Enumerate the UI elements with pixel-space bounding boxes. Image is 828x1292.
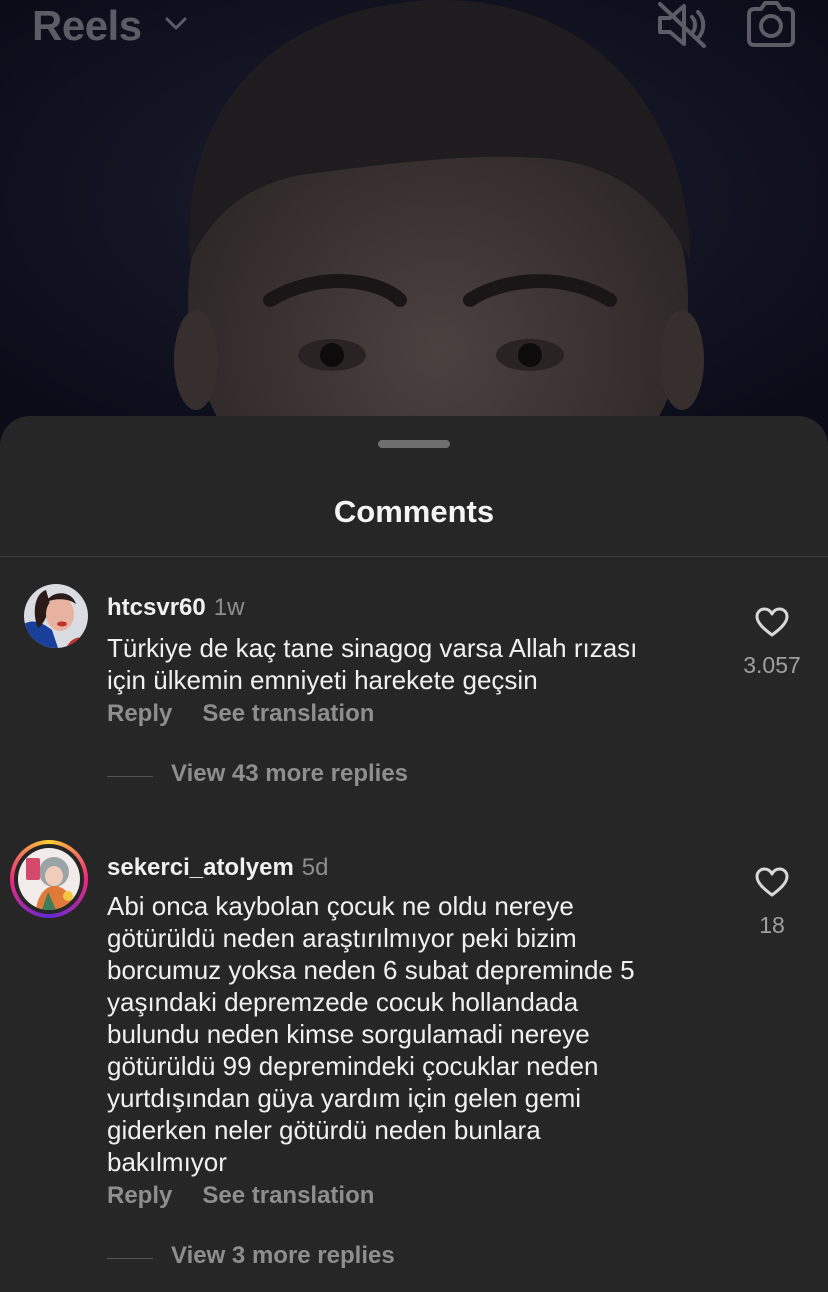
like-control: 18	[736, 866, 808, 939]
replies-line	[107, 1258, 153, 1259]
divider	[0, 556, 828, 557]
reply-button[interactable]: Reply	[107, 700, 172, 727]
comment-time: 5d	[301, 854, 329, 881]
sheet-grabber[interactable]	[378, 440, 450, 448]
avatar-image	[18, 848, 80, 910]
comment-username[interactable]: htcsvr60	[107, 594, 206, 621]
reply-button[interactable]: Reply	[107, 1182, 172, 1209]
comments-sheet: Comments htcsvr60 1w Türkiye de kaç tane …	[0, 416, 828, 1292]
avatar-image	[24, 584, 88, 648]
see-translation-button[interactable]: See translation	[202, 700, 374, 727]
reel-video-frame	[0, 0, 828, 440]
comment-meta: sekerci_atolyem 5d	[107, 854, 329, 882]
heart-icon[interactable]	[754, 866, 790, 898]
sheet-title: Comments	[333, 494, 495, 529]
comment-actions: Reply See translation	[107, 1182, 374, 1210]
comment-text: Türkiye de kaç tane sinagog varsa Allah …	[107, 633, 638, 695]
comment-meta: htcsvr60 1w	[107, 594, 244, 622]
see-translation-button[interactable]: See translation	[202, 1182, 374, 1209]
avatar[interactable]	[24, 584, 88, 648]
like-control: 3.057	[736, 606, 808, 679]
chevron-down-icon[interactable]	[164, 14, 188, 34]
comment-actions: Reply See translation	[107, 700, 374, 728]
like-count: 3.057	[743, 652, 801, 678]
comment-text: Abi onca kaybolan çocuk ne oldu nereye g…	[107, 891, 635, 1177]
reel-video[interactable]	[0, 0, 828, 440]
avatar	[18, 848, 80, 910]
comment-item: sekerci_atolyem 5d Abi onca kaybolan çocu…	[0, 838, 828, 1278]
reels-title[interactable]: Reels	[32, 2, 142, 50]
comment-item: htcsvr60 1w Türkiye de kaç tane sinagog v…	[0, 580, 828, 820]
reels-screen: Reels Comments htcsvr60 1w Türkiye de ka…	[0, 0, 828, 1292]
avatar-story-ring[interactable]	[10, 840, 88, 918]
like-count: 18	[759, 912, 785, 938]
camera-icon[interactable]	[744, 0, 798, 50]
heart-icon[interactable]	[754, 606, 790, 638]
comment-username[interactable]: sekerci_atolyem	[107, 854, 294, 881]
top-bar: Reels	[0, 0, 828, 56]
comment-time: 1w	[213, 594, 245, 621]
replies-line	[107, 776, 153, 777]
view-replies-label[interactable]: View 3 more replies	[171, 1242, 395, 1270]
view-replies-label[interactable]: View 43 more replies	[171, 760, 408, 788]
speaker-muted-icon[interactable]	[654, 0, 710, 50]
